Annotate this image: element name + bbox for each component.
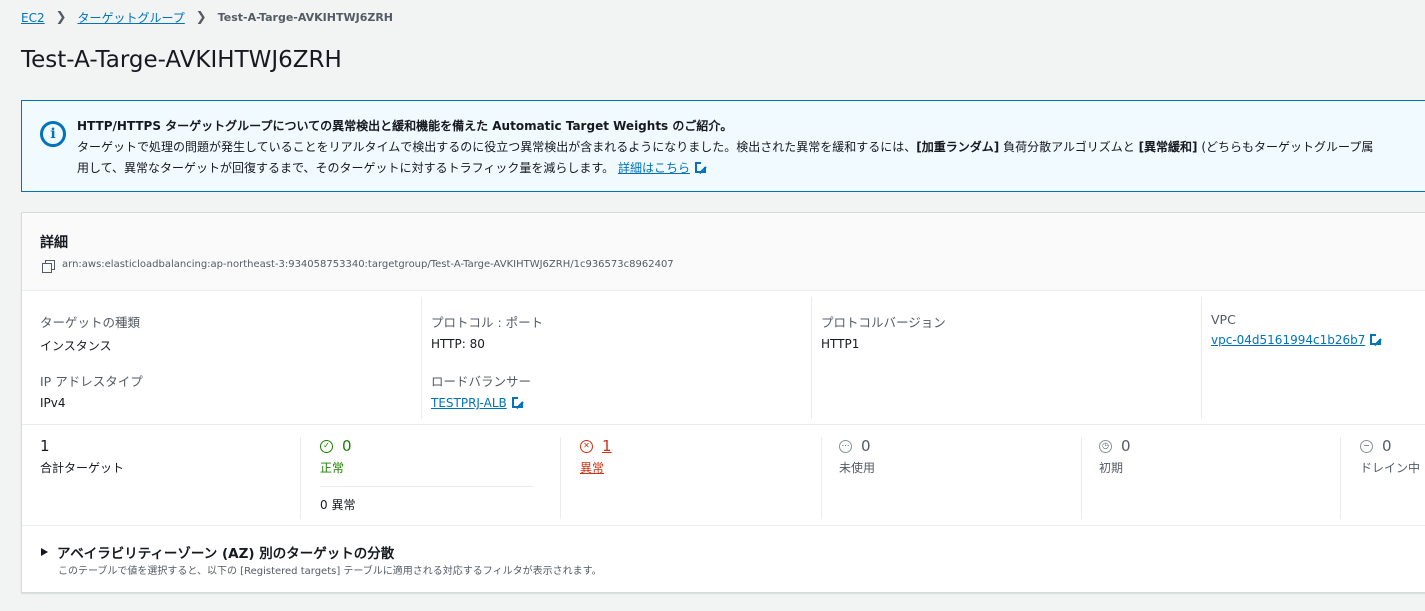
protocol-version-value: HTTP1: [821, 337, 860, 351]
total-targets-value: 1: [40, 437, 50, 455]
az-expand-toggle[interactable]: アベイラビリティーゾーン (AZ) 別のターゲットの分散: [41, 542, 394, 562]
healthy-count: ✓ 0: [301, 437, 560, 455]
load-balancer-value: TESTPRJ-ALB: [431, 396, 531, 410]
draining-count: −0: [1341, 437, 1425, 455]
target-type: ターゲットの種類 インスタンス: [40, 312, 140, 354]
ip-address-type: IP アドレスタイプ IPv4: [40, 371, 143, 410]
banner-text-part: 用して、異常なターゲットが回復するまで、そのターゲットに対するトラフィック量を減…: [77, 161, 615, 175]
caret-right-icon: [41, 548, 48, 556]
banner-title: HTTP/HTTPS ターゲットグループについての異常検出と緩和機能を備えた A…: [77, 119, 733, 133]
banner-text-part: (どちらもターゲットグループ属: [1197, 140, 1374, 154]
attributes-row: ターゲットの種類 インスタンス IP アドレスタイプ IPv4 プロトコル : …: [22, 292, 1425, 425]
check-circle-icon: ✓: [320, 439, 333, 453]
target-type-label: ターゲットの種類: [40, 315, 141, 330]
details-panel: 詳細 arn:aws:elasticloadbalancing:ap-north…: [21, 212, 1425, 593]
ellipsis-circle-icon: ⋯: [839, 439, 852, 453]
load-balancer-link-label: TESTPRJ-ALB: [431, 396, 507, 410]
attr-column-3: プロトコルバージョン HTTP1: [811, 297, 1201, 419]
breadcrumb-target-groups-link[interactable]: ターゲットグループ: [78, 9, 185, 26]
banner-text-bold: [異常緩和]: [1138, 140, 1198, 154]
ip-type-label: IP アドレスタイプ: [40, 374, 143, 389]
protocol-version-label: プロトコルバージョン: [821, 315, 946, 330]
ip-type-value: IPv4: [40, 396, 66, 410]
banner-line-2: 用して、異常なターゲットが回復するまで、そのターゲットに対するトラフィック量を減…: [77, 158, 1373, 179]
initial-count: ◷ 0: [1082, 437, 1340, 455]
draining-value: 0: [1382, 437, 1392, 455]
attr-column-4: VPC vpc-04d5161994c1b26b7: [1201, 297, 1425, 419]
stat-unhealthy: ✕ 1 異常: [560, 437, 821, 519]
az-distribution-section: アベイラビリティーゾーン (AZ) 別のターゲットの分散 このテーブルで値を選択…: [22, 527, 1425, 593]
vpc-link-label: vpc-04d5161994c1b26b7: [1211, 333, 1366, 347]
vpc-value: vpc-04d5161994c1b26b7: [1211, 333, 1383, 347]
copy-icon[interactable]: [42, 260, 55, 273]
external-link-icon: [511, 396, 524, 408]
details-header: 詳細 arn:aws:elasticloadbalancing:ap-north…: [22, 213, 1425, 291]
minus-circle-icon: −: [1360, 439, 1373, 453]
breadcrumb-current: Test-A-Targe-AVKIHTWJ6ZRH: [217, 11, 394, 24]
info-banner: i HTTP/HTTPS ターゲットグループについての異常検出と緩和機能を備えた…: [21, 100, 1425, 192]
az-title: アベイラビリティーゾーン (AZ) 別のターゲットの分散: [57, 546, 395, 562]
vpc: VPC vpc-04d5161994c1b26b7: [1211, 312, 1383, 347]
external-link-icon: [1370, 333, 1383, 345]
banner-text-bold: [加重ランダム]: [916, 140, 1000, 154]
breadcrumb: EC2 ❯ ターゲットグループ ❯ Test-A-Targe-AVKIHTWJ6…: [21, 9, 393, 26]
load-balancer-link[interactable]: TESTPRJ-ALB: [431, 396, 524, 410]
chevron-right-icon: ❯: [195, 10, 207, 25]
initial-value: 0: [1121, 437, 1131, 455]
banner-text-part: ターゲットで処理の問題が発生していることをリアルタイムで検出するのに役立つ異常検…: [77, 140, 917, 154]
stat-unused: ⋯ 0 未使用: [821, 437, 1081, 519]
learn-more-label: 詳細はこちら: [617, 161, 690, 175]
attr-column-2: プロトコル : ポート HTTP: 80 ロードバランサー TESTPRJ-AL…: [421, 297, 811, 419]
banner-text-part: 負荷分散アルゴリズムと: [999, 140, 1139, 154]
x-circle-icon: ✕: [580, 439, 593, 453]
details-title: 詳細: [40, 235, 68, 251]
banner-text: HTTP/HTTPS ターゲットグループについての異常検出と緩和機能を備えた A…: [77, 116, 1373, 179]
external-link-icon: [694, 161, 707, 173]
vpc-label: VPC: [1211, 312, 1236, 327]
stat-initial: ◷ 0 初期: [1081, 437, 1340, 519]
healthy-label: 正常: [320, 461, 345, 475]
unused-count: ⋯ 0: [822, 437, 1081, 455]
chevron-right-icon: ❯: [55, 10, 67, 25]
initial-label: 初期: [1099, 461, 1124, 475]
total-targets-label: 合計ターゲット: [40, 461, 125, 475]
stat-draining: −0 ドレイン中: [1340, 437, 1425, 519]
attr-column-1: ターゲットの種類 インスタンス IP アドレスタイプ IPv4: [22, 297, 421, 419]
breadcrumb-ec2-link[interactable]: EC2: [21, 11, 45, 25]
protocol-port-value: HTTP: 80: [431, 337, 485, 351]
target-stats-row: 1 合計ターゲット ✓ 0 正常 0 異常 ✕ 1 異常 ⋯ 0 未使用 ◷ 0 初期 …: [22, 426, 1425, 526]
unhealthy-count-link[interactable]: 1: [602, 437, 612, 455]
unhealthy-label-link[interactable]: 異常: [580, 461, 604, 475]
unused-value: 0: [861, 437, 871, 455]
page-title: Test-A-Targe-AVKIHTWJ6ZRH: [21, 47, 342, 73]
divider: [320, 486, 534, 487]
target-type-value: インスタンス: [40, 339, 112, 353]
draining-label: ドレイン中: [1360, 461, 1421, 475]
unused-label: 未使用: [839, 461, 876, 475]
protocol-port: プロトコル : ポート HTTP: 80: [431, 312, 543, 351]
az-description: このテーブルで値を選択すると、以下の [Registered targets] …: [58, 566, 602, 577]
unhealthy-count: ✕ 1: [561, 437, 821, 455]
clock-icon: ◷: [1099, 439, 1112, 453]
learn-more-link[interactable]: 詳細はこちら: [617, 161, 707, 175]
load-balancer-label: ロードバランサー: [431, 374, 532, 389]
unhealthy-label-wrap: 異常: [561, 459, 821, 476]
banner-line-1: ターゲットで処理の問題が発生していることをリアルタイムで検出するのに役立つ異常検…: [77, 137, 1373, 158]
info-icon: i: [40, 121, 66, 147]
vpc-link[interactable]: vpc-04d5161994c1b26b7: [1211, 333, 1383, 347]
healthy-anomaly-count: 0 異常: [320, 498, 356, 512]
arn-text: arn:aws:elasticloadbalancing:ap-northeas…: [62, 259, 674, 270]
load-balancer: ロードバランサー TESTPRJ-ALB: [431, 371, 531, 410]
stat-total: 1 合計ターゲット: [40, 437, 300, 519]
healthy-value: 0: [342, 437, 352, 455]
protocol-version: プロトコルバージョン HTTP1: [821, 312, 946, 351]
stat-healthy: ✓ 0 正常 0 異常: [300, 437, 560, 519]
protocol-port-label: プロトコル : ポート: [431, 315, 544, 330]
